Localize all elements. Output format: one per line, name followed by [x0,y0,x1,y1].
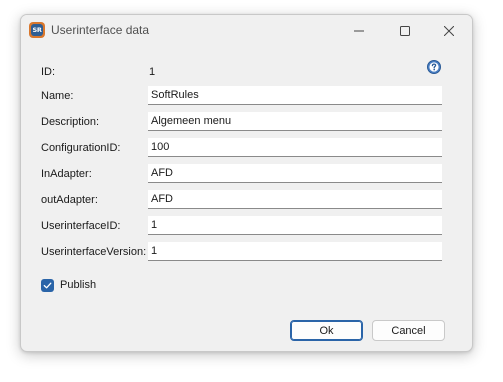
userinterface-id-label: UserinterfaceID: [41,220,121,232]
minimize-icon [354,30,364,31]
maximize-icon [400,25,410,36]
checkmark-icon [43,282,52,289]
out-adapter-input[interactable] [148,190,442,209]
cancel-button[interactable]: Cancel [372,320,445,341]
app-icon-text: SR [31,24,43,36]
name-label: Name: [41,90,74,102]
userinterface-version-label: UserinterfaceVersion: [41,246,147,258]
in-adapter-label: InAdapter: [41,168,92,180]
title-bar[interactable]: SR Userinterface data [21,15,472,46]
help-icon[interactable] [427,60,441,74]
userinterface-data-dialog: SR Userinterface data ID: 1 Name: SoftRu… [20,14,473,352]
description-input[interactable] [148,112,442,131]
close-button[interactable] [426,15,472,46]
id-label: ID: [41,66,56,78]
configuration-id-input[interactable] [148,138,442,157]
in-adapter-input[interactable] [148,164,442,183]
userinterface-version-input[interactable] [148,242,442,261]
ok-button[interactable]: Ok [290,320,363,341]
name-input[interactable] [148,86,442,105]
publish-checkbox[interactable] [41,279,54,292]
publish-label[interactable]: Publish [60,279,96,291]
configuration-id-label: ConfigurationID: [41,142,121,154]
minimize-button[interactable] [336,15,382,46]
out-adapter-label: outAdapter: [41,194,98,206]
id-value: 1 [149,66,156,78]
softrules-app-icon: SR [29,22,45,38]
userinterface-id-input[interactable] [148,216,442,235]
description-label: Description: [41,116,100,128]
maximize-button[interactable] [382,15,428,46]
window-title: Userinterface data [51,23,150,37]
close-icon [444,25,454,36]
